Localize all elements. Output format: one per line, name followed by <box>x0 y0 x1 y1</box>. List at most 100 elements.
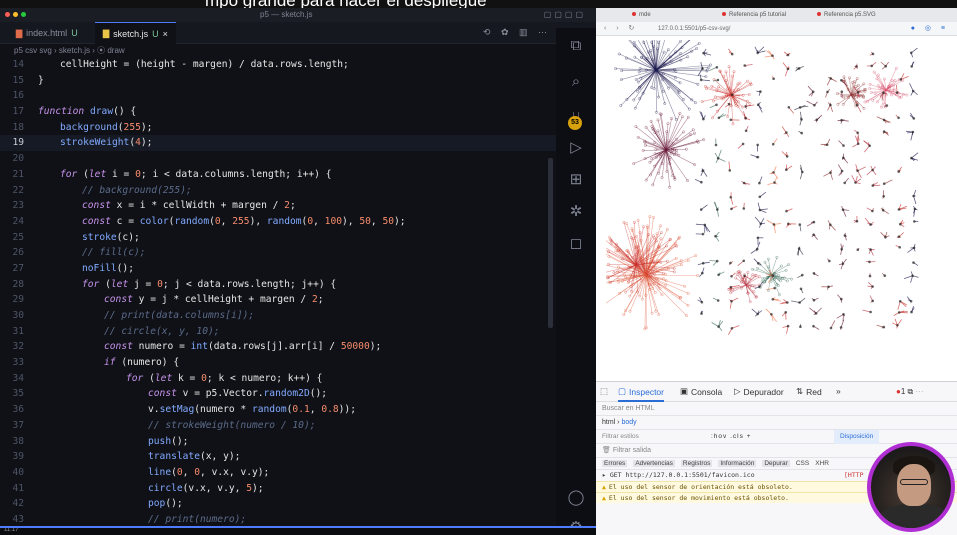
browser-navbar: ‹ › ↻ 127.0.0.1:5501/p5-csv-svg/ ● ◎ ≡ <box>596 22 957 36</box>
code-line[interactable]: 41 circle(v.x, v.y, 5); <box>0 481 560 497</box>
html-file-icon: ▇ <box>16 28 23 38</box>
console-filter-button[interactable]: Advertencias <box>633 460 675 467</box>
minimize-window-icon[interactable] <box>13 12 18 17</box>
code-text: line(0, 0, v.x, v.y); <box>148 466 270 478</box>
line-number: 32 <box>12 341 24 353</box>
toolbar-icons[interactable]: ● ◎ ≡ <box>911 24 949 32</box>
tab-network[interactable]: ⇅ Red <box>796 386 822 397</box>
activity-bar: ⧉ ⌕ ⑂ 53 ▷ ⊞ ✲ ◻ ◯ ⚙ <box>556 28 596 535</box>
code-text: function draw() { <box>38 106 137 118</box>
console-filter-button[interactable]: CSS <box>796 460 809 467</box>
code-line[interactable]: 40 line(0, 0, v.x, v.y); <box>0 465 560 481</box>
tab-close-icon[interactable]: × <box>163 29 168 39</box>
window-controls[interactable] <box>5 12 26 17</box>
code-text: // background(255); <box>82 184 192 196</box>
explorer-icon[interactable]: ⧉ <box>566 36 586 56</box>
code-line[interactable]: 31 // circle(x, y, 10); <box>0 324 560 340</box>
code-line[interactable]: 34 for (let k = 0; k < numero; k++) { <box>0 371 560 387</box>
code-line[interactable]: 25 stroke(c); <box>0 230 560 246</box>
code-line[interactable]: 32 const numero = int(data.rows[j].arr[i]… <box>0 339 560 355</box>
console-filter-button[interactable]: Registros <box>680 460 713 467</box>
run-debug-icon[interactable]: ▷ <box>566 138 586 158</box>
line-number: 30 <box>12 310 24 321</box>
tab-sketch-js[interactable]: ▇ sketch.js U × <box>95 22 176 44</box>
code-line[interactable]: 14 cellHeight = (height - margen) / data.… <box>0 57 560 73</box>
code-line[interactable]: 26 // fill(c); <box>0 245 560 261</box>
code-text: const y = j * cellHeight + margen / 2; <box>104 294 324 306</box>
code-text: background(255); <box>60 121 153 133</box>
code-line[interactable]: 24 const c = color(random(0, 255), random… <box>0 214 560 230</box>
console-filter-button[interactable]: Información <box>718 460 757 467</box>
filter-styles-input[interactable]: Filtrar estilos <box>596 433 639 440</box>
video-progress-bar[interactable] <box>0 526 596 528</box>
editor-actions[interactable]: ⟲ ✿ ▥ ⋯ <box>483 27 551 38</box>
line-number: 31 <box>12 325 24 337</box>
devtools-more[interactable]: » <box>836 386 841 396</box>
dom-breadcrumb[interactable]: html › body <box>596 416 957 430</box>
code-line[interactable]: 18 background(255); <box>0 120 560 136</box>
code-line[interactable]: 39 translate(x, y); <box>0 449 560 465</box>
console-filter-button[interactable]: Depurar <box>762 460 790 467</box>
browser-tab[interactable]: Referencia p5.SVG <box>811 10 882 21</box>
vscode-titlebar: p5 — sketch.js ▢▢▢▢ <box>0 8 596 22</box>
zoom-window-icon[interactable] <box>21 12 26 17</box>
code-line[interactable]: 22 // background(255); <box>0 183 560 199</box>
code-line[interactable]: 37 // strokeWeight(numero / 10); <box>0 418 560 434</box>
browser-tab[interactable]: mde <box>626 10 657 21</box>
code-text: for (let i = 0; i < data.columns.length;… <box>60 168 332 180</box>
code-text: for (let j = 0; j < data.rows.length; j+… <box>82 278 337 290</box>
window-title: p5 — sketch.js <box>260 10 313 19</box>
close-window-icon[interactable] <box>5 12 10 17</box>
account-icon[interactable]: ◯ <box>566 488 586 508</box>
code-text: translate(x, y); <box>148 451 241 463</box>
nav-buttons[interactable]: ‹ › ↻ <box>604 24 638 32</box>
console-filter-button[interactable]: XHR <box>815 460 829 467</box>
search-icon[interactable]: ⌕ <box>566 72 586 92</box>
tab-inspector[interactable]: ▢ Inspector <box>618 386 664 402</box>
tab-debugger[interactable]: ▷ Depurador <box>734 386 784 397</box>
code-line[interactable]: 23 const x = i * cellWidth + margen / 2; <box>0 198 560 214</box>
line-number: 21 <box>12 168 24 180</box>
code-text: if (numero) { <box>104 357 180 369</box>
breadcrumb[interactable]: p5 csv svg › sketch.js › ⦿ draw <box>0 44 596 57</box>
line-number: 17 <box>12 106 24 118</box>
code-line[interactable]: 16 <box>0 88 560 104</box>
warning-icon: ▲ <box>602 483 606 491</box>
code-editor[interactable]: 14 cellHeight = (height - margen) / data.… <box>0 57 560 528</box>
error-counter[interactable]: ●1 ⧉ ⋯ <box>896 387 923 397</box>
settings-sync-icon[interactable]: ✲ <box>566 202 586 222</box>
line-number: 28 <box>12 278 24 290</box>
code-line[interactable]: 28 for (let j = 0; j < data.rows.length; … <box>0 277 560 293</box>
p5-sketch-canvas[interactable] <box>606 40 936 340</box>
code-line[interactable]: 42 pop(); <box>0 496 560 512</box>
tab-layout[interactable]: Disposición <box>834 430 880 444</box>
style-options[interactable]: :hov .cls + <box>711 430 751 444</box>
code-line[interactable]: 36 v.setMag(numero * random(0.1, 0.8)); <box>0 402 560 418</box>
code-line[interactable]: 20 <box>0 151 560 167</box>
line-number: 16 <box>12 90 24 102</box>
code-line[interactable]: 35 const v = p5.Vector.random2D(); <box>0 386 560 402</box>
code-line[interactable]: 27 noFill(); <box>0 261 560 277</box>
code-line[interactable]: 19 strokeWeight(4); <box>0 135 560 152</box>
bookmark-icon[interactable]: ◻ <box>566 234 586 254</box>
pick-element-icon[interactable]: ⬚ <box>600 386 608 397</box>
code-line[interactable]: 17 function draw() { <box>0 104 560 120</box>
extensions-icon[interactable]: ⊞ <box>566 170 586 190</box>
code-text: cellHeight = (height - margen) / data.ro… <box>60 59 349 70</box>
code-line[interactable]: 21 for (let i = 0; i < data.columns.lengt… <box>0 167 560 183</box>
tab-console[interactable]: ▣ Consola <box>680 386 722 397</box>
code-line[interactable]: 38 push(); <box>0 434 560 450</box>
html-search-input[interactable]: Buscar en HTML <box>596 402 957 416</box>
code-line[interactable]: 15} <box>0 73 560 89</box>
layout-icons[interactable]: ▢▢▢▢ <box>544 10 586 19</box>
code-text: // print(data.columns[i]); <box>104 310 255 321</box>
code-line[interactable]: 30 // print(data.columns[i]); <box>0 308 560 324</box>
editor-scrollbar[interactable] <box>548 158 553 328</box>
browser-tab[interactable]: Referencia p5 tutorial <box>716 10 792 21</box>
console-filter-button[interactable]: Errores <box>602 460 628 467</box>
line-number: 34 <box>12 372 24 384</box>
code-line[interactable]: 29 const y = j * cellHeight + margen / 2; <box>0 292 560 308</box>
tab-index-html[interactable]: ▇ index.html U <box>8 22 86 44</box>
code-line[interactable]: 33 if (numero) { <box>0 355 560 371</box>
url-bar[interactable]: 127.0.0.1:5501/p5-csv-svg/ <box>658 25 878 33</box>
